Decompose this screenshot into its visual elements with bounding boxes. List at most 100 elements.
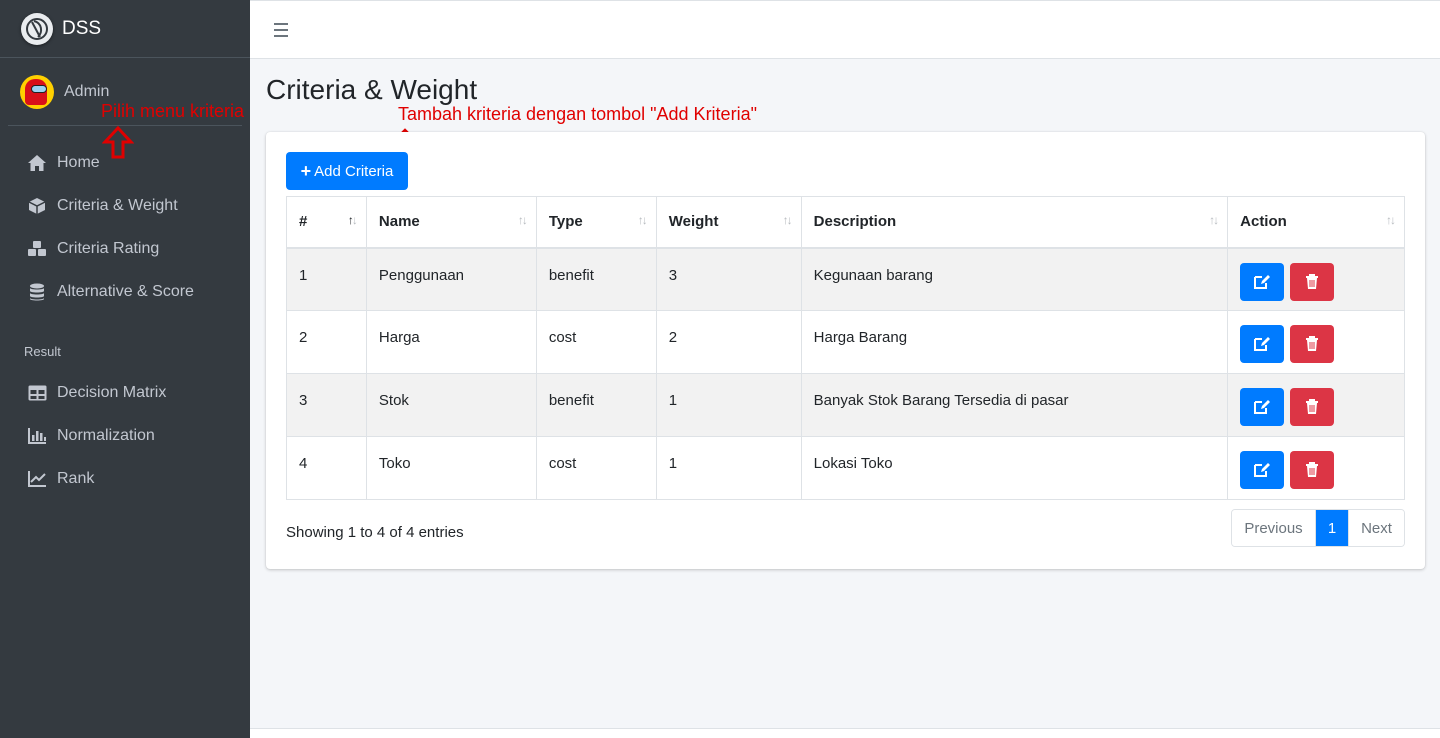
trash-icon <box>1306 273 1319 289</box>
column-header-name[interactable]: Name ↑↓ <box>365 196 537 249</box>
home-icon <box>27 153 47 173</box>
cell-weight: 1 <box>655 436 802 500</box>
sidebar-item-label: Home <box>57 153 100 171</box>
cell-name: Stok <box>365 373 537 437</box>
pagination-next[interactable]: Next <box>1348 510 1404 546</box>
cell-type: benefit <box>535 373 657 437</box>
top-navbar <box>250 0 1440 59</box>
cell-type: cost <box>535 310 657 374</box>
sidebar-item-label: Decision Matrix <box>57 383 167 401</box>
add-criteria-button[interactable]: + Add Criteria <box>286 152 408 190</box>
sidebar-result-nav: Decision Matrix Normalization Rank <box>8 371 242 500</box>
user-name: Admin <box>64 82 110 100</box>
cell-description: Lokasi Toko <box>800 436 1229 500</box>
sidebar-item-label: Criteria Rating <box>57 239 160 257</box>
table-icon <box>27 383 47 403</box>
cell-number: 2 <box>286 310 367 374</box>
brand-link[interactable]: DSS <box>0 0 250 58</box>
plus-icon: + <box>300 160 312 181</box>
cell-number: 4 <box>286 436 367 500</box>
add-criteria-label: Add Criteria <box>314 162 394 180</box>
sort-icon: ↑↓ <box>782 213 793 227</box>
cell-description: Kegunaan barang <box>800 247 1229 311</box>
sidebar-item-criteria-weight[interactable]: Criteria & Weight <box>8 184 242 227</box>
cell-number: 1 <box>286 247 367 311</box>
edit-button[interactable] <box>1240 262 1285 301</box>
trash-icon <box>1306 399 1319 414</box>
edit-icon <box>1254 463 1271 477</box>
edit-icon <box>1254 337 1271 351</box>
table-row: 3 Stok benefit 1 Banyak Stok Barang Ters… <box>286 373 1405 437</box>
table-row: 1 Penggunaan benefit 3 Kegunaan barang <box>286 247 1405 311</box>
annotation-add-text: Tambah kriteria dengan tombol "Add Krite… <box>398 104 757 124</box>
edit-button[interactable] <box>1240 325 1285 363</box>
menu-toggle-icon[interactable] <box>274 23 288 37</box>
table-row: 4 Toko cost 1 Lokasi Toko <box>286 436 1405 500</box>
brand-logo-icon <box>21 12 53 45</box>
sidebar-item-label: Normalization <box>57 426 155 444</box>
cell-name: Toko <box>365 436 537 500</box>
cell-weight: 1 <box>655 373 802 437</box>
cell-action <box>1227 310 1405 374</box>
page-title: Criteria & Weight <box>266 74 478 105</box>
sort-icon: ↑↓ <box>517 213 528 227</box>
delete-button[interactable] <box>1290 262 1335 301</box>
sidebar-item-label: Criteria & Weight <box>57 196 178 214</box>
column-header-number[interactable]: # ↑↓ <box>286 196 367 249</box>
column-header-description[interactable]: Description ↑↓ <box>800 196 1229 249</box>
avatar <box>20 74 54 109</box>
cell-number: 3 <box>286 373 367 437</box>
sort-asc-icon: ↑↓ <box>347 213 358 227</box>
bar-chart-icon <box>27 426 47 446</box>
cell-type: cost <box>535 436 657 500</box>
nav-section-header: Result <box>24 344 61 359</box>
trash-icon <box>1306 462 1319 477</box>
table-info-text: Showing 1 to 4 of 4 entries <box>286 524 464 541</box>
cell-weight: 2 <box>655 310 802 374</box>
pagination-page[interactable]: 1 <box>1316 510 1348 546</box>
cube-icon <box>27 196 47 216</box>
sort-icon: ↑↓ <box>1386 213 1396 227</box>
sidebar-item-decision-matrix[interactable]: Decision Matrix <box>8 371 242 414</box>
sidebar-item-label: Alternative & Score <box>57 282 194 300</box>
database-icon <box>27 282 47 302</box>
delete-button[interactable] <box>1290 325 1335 363</box>
criteria-card: + Add Criteria # ↑↓ Name ↑↓ Type ↑↓ Weight ↑… <box>266 132 1425 569</box>
edit-button[interactable] <box>1240 388 1285 426</box>
column-header-weight[interactable]: Weight ↑↓ <box>655 196 802 249</box>
trash-icon <box>1306 336 1319 351</box>
sidebar-item-rank[interactable]: Rank <box>8 457 242 500</box>
delete-button[interactable] <box>1290 451 1335 489</box>
table-row: 2 Harga cost 2 Harga Barang <box>286 310 1405 374</box>
cell-description: Banyak Stok Barang Tersedia di pasar <box>800 373 1229 437</box>
pagination: Previous 1 Next <box>1231 509 1405 547</box>
pagination-previous[interactable]: Previous <box>1232 510 1316 546</box>
cell-name: Harga <box>365 310 537 374</box>
sidebar-item-label: Rank <box>57 469 95 487</box>
cell-type: benefit <box>535 247 657 311</box>
cubes-icon <box>27 239 47 259</box>
annotation-arrow-up-icon <box>102 126 134 159</box>
criteria-table: # ↑↓ Name ↑↓ Type ↑↓ Weight ↑↓ Description ↑↓… <box>286 196 1405 500</box>
cell-action <box>1227 436 1405 500</box>
cell-description: Harga Barang <box>800 310 1229 374</box>
cell-action <box>1227 373 1405 437</box>
cell-weight: 3 <box>655 247 802 311</box>
cell-name: Penggunaan <box>365 247 537 311</box>
edit-button[interactable] <box>1240 451 1285 489</box>
sort-icon: ↑↓ <box>1209 213 1219 227</box>
sidebar-item-alternative-score[interactable]: Alternative & Score <box>8 270 242 313</box>
sidebar-item-normalization[interactable]: Normalization <box>8 414 242 457</box>
delete-button[interactable] <box>1290 388 1335 426</box>
column-header-action[interactable]: Action ↑↓ <box>1227 196 1405 249</box>
sidebar-item-criteria-rating[interactable]: Criteria Rating <box>8 227 242 270</box>
annotation-menu-text: Pilih menu kriteria <box>101 101 245 121</box>
table-header-row: # ↑↓ Name ↑↓ Type ↑↓ Weight ↑↓ Description ↑↓… <box>286 196 1405 249</box>
edit-icon <box>1254 400 1271 414</box>
brand-text: DSS <box>62 17 102 39</box>
sort-icon: ↑↓ <box>637 213 648 227</box>
footer <box>250 728 1440 738</box>
column-header-type[interactable]: Type ↑↓ <box>535 196 657 249</box>
cell-action <box>1227 247 1405 311</box>
edit-icon <box>1254 274 1271 289</box>
